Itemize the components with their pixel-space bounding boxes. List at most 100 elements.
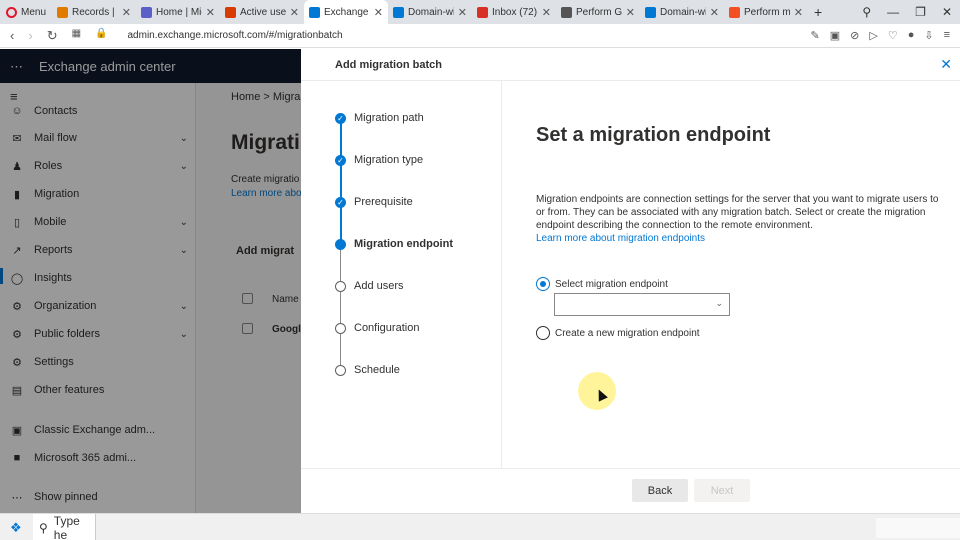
- browser-tab[interactable]: Inbox (72) - ✕: [472, 0, 556, 24]
- step-dot: [335, 238, 346, 250]
- block-icon[interactable]: ⊘: [850, 29, 859, 42]
- select-endpoint-label: Select migration endpoint: [555, 278, 668, 290]
- overlay-dim: [0, 83, 301, 513]
- browser-tab[interactable]: Active users ✕: [220, 0, 304, 24]
- wizard-step-migration-type: ✓ Migration type: [335, 154, 423, 166]
- close-icon[interactable]: ✕: [940, 56, 952, 73]
- tab-favicon-icon: [645, 6, 656, 18]
- browser-tab-strip: Menu Records | D✕Home | Mic✕Active users…: [0, 0, 960, 24]
- browser-tab[interactable]: Perform Go ✕: [556, 0, 640, 24]
- step-label: Prerequisite: [354, 196, 413, 208]
- camera-icon[interactable]: ▣: [830, 29, 840, 42]
- divider: [501, 81, 502, 468]
- edit-icon[interactable]: ✎: [811, 29, 820, 42]
- browser-tab[interactable]: Exchange a ✕: [304, 0, 388, 24]
- wizard-step-schedule: Schedule: [335, 364, 400, 376]
- tab-favicon-icon: [393, 6, 404, 18]
- profile-icon[interactable]: ●: [908, 29, 915, 42]
- tab-favicon-icon: [57, 6, 68, 18]
- step-connector: [340, 332, 341, 366]
- minimize-icon[interactable]: —: [887, 5, 899, 19]
- wizard-step-prerequisite: ✓ Prerequisite: [335, 196, 413, 208]
- wizard-step-configuration: Configuration: [335, 322, 419, 334]
- url-field[interactable]: admin.exchange.microsoft.com/#/migration…: [128, 30, 343, 41]
- tab-title: Exchange a: [324, 6, 370, 18]
- tab-title: Active users: [240, 6, 286, 18]
- divider: [301, 80, 960, 81]
- endpoint-dropdown[interactable]: ⌄: [554, 293, 730, 316]
- step-connector: [340, 164, 342, 198]
- create-endpoint-radio[interactable]: Create a new migration endpoint: [536, 326, 700, 340]
- step-heading: Set a migration endpoint: [536, 124, 771, 146]
- wizard-step-add-users: Add users: [335, 280, 404, 292]
- step-dot: [335, 364, 346, 376]
- close-window-icon[interactable]: ✕: [942, 5, 952, 19]
- next-button[interactable]: Next: [694, 479, 750, 502]
- search-icon[interactable]: ⚲: [862, 5, 871, 19]
- tab-title: Perform Go: [576, 6, 622, 18]
- tab-favicon-icon: [225, 6, 236, 18]
- radio-unselected[interactable]: [536, 326, 550, 340]
- checkmark-icon: ✓: [335, 112, 346, 124]
- tab-title: Domain-wi: [408, 6, 454, 18]
- browser-tab[interactable]: Perform ma ✕: [724, 0, 808, 24]
- tab-close-icon[interactable]: ✕: [122, 6, 131, 19]
- step-connector: [340, 290, 341, 324]
- overlay-dim-header: [0, 49, 301, 83]
- taskbar-search-text: Type he: [53, 513, 80, 540]
- step-description: Migration endpoints are connection setti…: [536, 194, 939, 231]
- step-label: Configuration: [354, 322, 420, 334]
- tab-close-icon[interactable]: ✕: [206, 6, 215, 19]
- step-dot: [335, 280, 346, 292]
- browser-tab[interactable]: Home | Mic ✕: [136, 0, 220, 24]
- browser-tab[interactable]: Domain-wi ✕: [640, 0, 724, 24]
- back-arrow-icon[interactable]: ‹: [10, 28, 14, 44]
- forward-arrow-icon[interactable]: ›: [28, 28, 32, 44]
- step-label: Migration path: [354, 112, 424, 124]
- reload-icon[interactable]: ↻: [47, 28, 58, 44]
- system-tray: [876, 518, 960, 538]
- tab-title: Domain-wi: [660, 6, 706, 18]
- restore-icon[interactable]: ❐: [915, 5, 926, 19]
- download-icon[interactable]: ⇩: [924, 29, 933, 42]
- tab-title: Inbox (72) -: [492, 6, 538, 18]
- tab-close-icon[interactable]: ✕: [710, 6, 719, 19]
- taskbar-search[interactable]: ⚲ Type he: [33, 514, 96, 540]
- grid-icon[interactable]: ▦: [72, 28, 81, 44]
- heart-icon[interactable]: ♡: [888, 29, 898, 42]
- wizard-step-migration-endpoint: Migration endpoint: [335, 238, 453, 250]
- windows-start-icon[interactable]: ❖: [10, 520, 22, 536]
- create-endpoint-label: Create a new migration endpoint: [555, 327, 700, 339]
- checkmark-icon: ✓: [335, 154, 346, 166]
- tab-favicon-icon: [729, 6, 740, 18]
- radio-selected[interactable]: [536, 277, 550, 291]
- send-icon[interactable]: ▷: [869, 29, 877, 42]
- address-bar: ‹ › ↻ ▦ 🔒 admin.exchange.microsoft.com/#…: [0, 24, 960, 48]
- taskbar: ❖ ⚲ Type he: [0, 513, 960, 540]
- browser-menu-button[interactable]: Menu: [0, 0, 52, 24]
- step-label: Migration type: [354, 154, 424, 166]
- step-connector: [340, 122, 342, 156]
- tab-close-icon[interactable]: ✕: [542, 6, 551, 19]
- search-icon: ⚲: [39, 520, 48, 535]
- tab-close-icon[interactable]: ✕: [374, 6, 383, 19]
- tab-close-icon[interactable]: ✕: [458, 6, 467, 19]
- add-migration-batch-panel: Add migration batch ✕ ✓ Migration path ✓ Mi…: [301, 49, 960, 513]
- tab-title: Home | Mic: [156, 6, 202, 18]
- tab-favicon-icon: [561, 6, 572, 18]
- browser-tab[interactable]: Domain-wi ✕: [388, 0, 472, 24]
- divider: [301, 468, 960, 469]
- learn-more-endpoints-link[interactable]: Learn more about migration endpoints: [536, 233, 705, 244]
- back-button[interactable]: Back: [632, 479, 688, 502]
- tab-title: Perform ma: [744, 6, 790, 18]
- tab-close-icon[interactable]: ✕: [290, 6, 299, 19]
- tab-close-icon[interactable]: ✕: [794, 6, 803, 19]
- menu-icon[interactable]: ≡: [944, 29, 950, 42]
- tab-close-icon[interactable]: ✕: [626, 6, 635, 19]
- tab-favicon-icon: [477, 6, 488, 18]
- browser-tab[interactable]: Records | D ✕: [52, 0, 136, 24]
- opera-logo-icon: [6, 6, 17, 18]
- new-tab-button[interactable]: +: [814, 4, 822, 20]
- checkmark-icon: ✓: [335, 196, 346, 208]
- select-endpoint-radio[interactable]: Select migration endpoint: [536, 277, 668, 291]
